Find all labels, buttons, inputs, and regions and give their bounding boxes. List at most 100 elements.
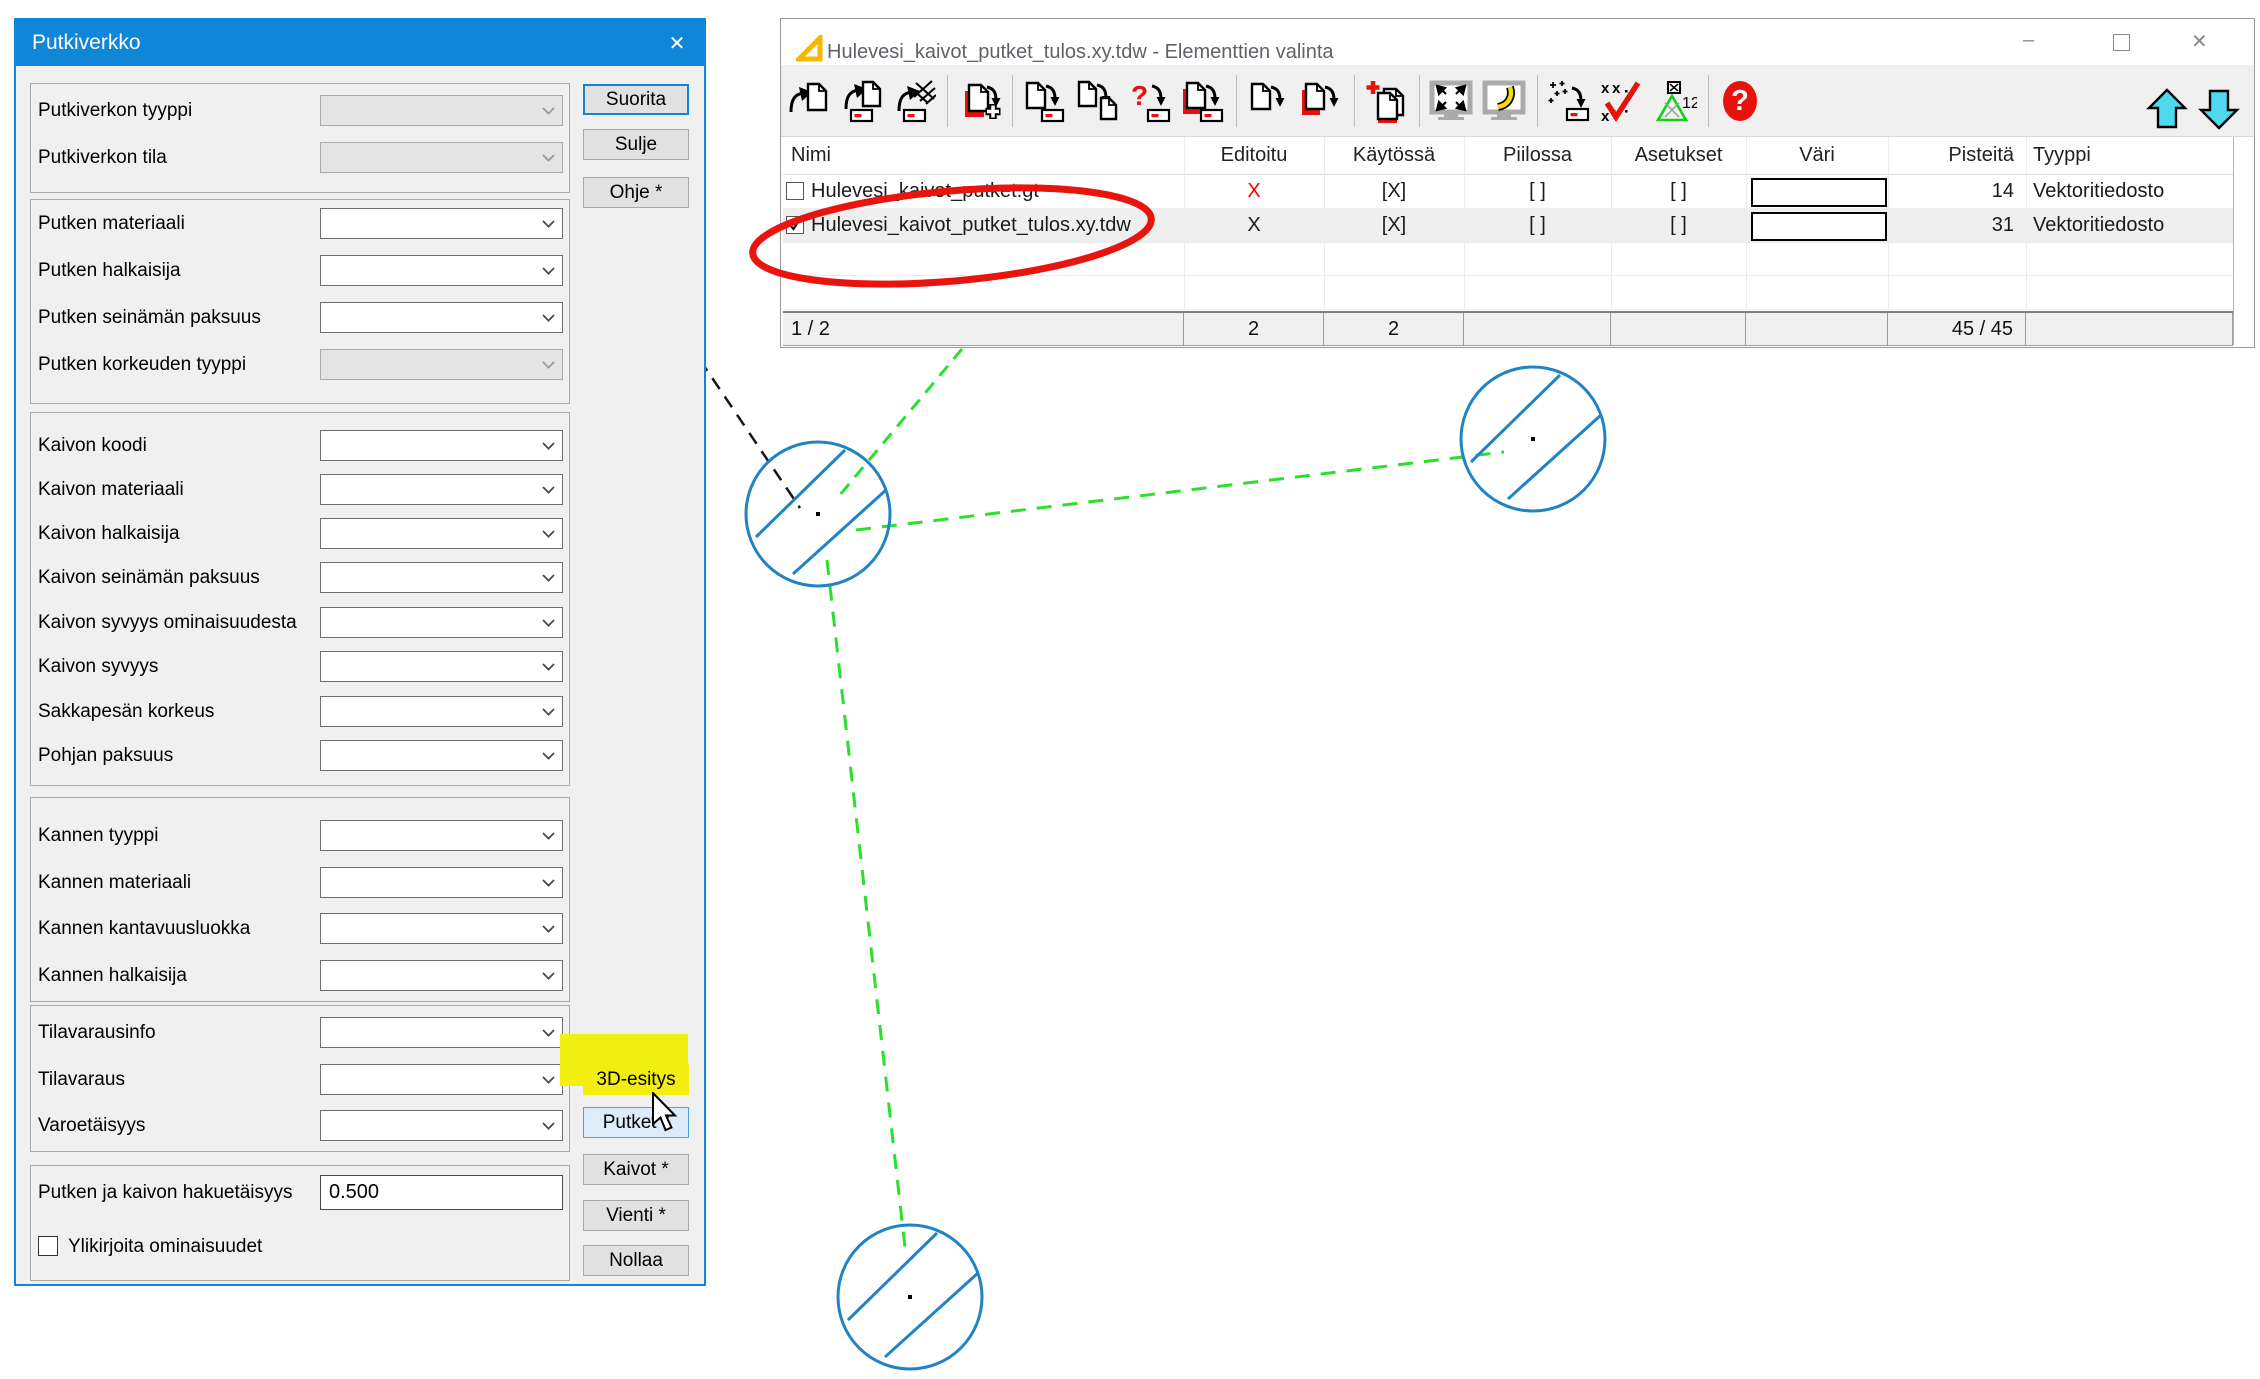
3desitys-button[interactable]: 3D-esitys [583, 1064, 689, 1095]
dropdown-tilavaraus[interactable] [320, 1064, 563, 1095]
field-label: Tilavaraus [38, 1064, 125, 1095]
write-selected-settings-icon[interactable] [1181, 79, 1225, 123]
summary-editoitu: 2 [1184, 313, 1324, 345]
column-header-tyyppi[interactable]: Tyyppi [2026, 137, 2233, 174]
summary-vari [1746, 313, 1888, 345]
sulje-button[interactable]: Sulje [583, 129, 689, 160]
column-header-pisteita[interactable]: Pisteitä [1888, 137, 2026, 174]
column-header-vari[interactable]: Väri [1746, 137, 1888, 174]
toolbar-separator [1236, 75, 1237, 127]
color-swatch[interactable] [1751, 178, 1887, 207]
write-selected-icon[interactable] [1299, 79, 1343, 123]
column-header-kaytossa[interactable]: Käytössä [1324, 137, 1464, 174]
grid-line [783, 309, 2233, 310]
field-label: Pohjan paksuus [38, 740, 173, 771]
fit-view-icon[interactable] [1429, 79, 1473, 123]
field-label: Kannen tyyppi [38, 820, 158, 851]
field-label: Sakkapesän korkeus [38, 696, 214, 727]
color-swatch[interactable] [1751, 212, 1887, 241]
column-header-asetukset[interactable]: Asetukset [1611, 137, 1746, 174]
dropdown-putken-materiaali[interactable] [320, 208, 563, 239]
dropdown-putken-sein-m-n-paksuus[interactable] [320, 302, 563, 333]
search-distance-input[interactable] [320, 1175, 563, 1210]
dialog-close-icon[interactable]: ✕ [660, 28, 694, 58]
read-file-icon[interactable] [786, 79, 830, 123]
overwrite-checkbox[interactable] [38, 1236, 58, 1256]
screen: Putkiverkko ✕ Putken ja kaivon hakuetäis… [0, 0, 2260, 1379]
nollaa-button[interactable]: Nollaa [583, 1245, 689, 1276]
column-header-piilossa[interactable]: Piilossa [1464, 137, 1611, 174]
dropdown-kaivon-koodi[interactable] [320, 430, 563, 461]
dropdown-kaivon-halkaisija[interactable] [320, 518, 563, 549]
maximize-button[interactable] [2113, 34, 2130, 51]
check-points-icon[interactable]: xxx [1600, 79, 1644, 123]
point-filter-icon[interactable] [1547, 79, 1591, 123]
write-file-query-icon[interactable]: ? [1128, 79, 1172, 123]
svg-text:?: ? [1131, 80, 1148, 111]
element-selection-window: Hulevesi_kaivot_putket_tulos.xy.tdw - El… [780, 18, 2255, 348]
row-asetukset: [ ] [1611, 208, 1746, 242]
window-title: Hulevesi_kaivot_putket_tulos.xy.tdw - El… [827, 41, 1334, 64]
dropdown-kannen-kantavuusluokka[interactable] [320, 913, 563, 944]
write-file-copy-icon[interactable] [1075, 79, 1119, 123]
zoom-selected-icon[interactable] [1482, 79, 1526, 123]
help-icon[interactable]: ? [1718, 79, 1762, 123]
field-label: Kaivon seinämän paksuus [38, 562, 260, 593]
row-piilossa: [ ] [1464, 174, 1611, 208]
dropdown-putken-korkeuden-tyyppi[interactable] [320, 349, 563, 380]
dropdown-putkiverkon-tila[interactable] [320, 142, 563, 173]
field-label: Kaivon materiaali [38, 474, 184, 505]
dropdown-kaivon-syvyys-ominaisuudesta[interactable] [320, 607, 563, 638]
putkiverkko-dialog: Putkiverkko ✕ Putken ja kaivon hakuetäis… [14, 18, 706, 1286]
write-file-icon[interactable] [1246, 79, 1290, 123]
column-header-editoitu[interactable]: Editoitu [1184, 137, 1324, 174]
write-file-settings-icon[interactable] [1022, 79, 1066, 123]
overwrite-checkbox-label: Ylikirjoita ominaisuudet [68, 1231, 262, 1262]
read-fence-icon[interactable] [892, 79, 936, 123]
green-dashed-line [856, 452, 1504, 530]
suorita-button[interactable]: Suorita [583, 84, 689, 115]
dropdown-kaivon-materiaali[interactable] [320, 474, 563, 505]
row-kaytossa: [X] [1324, 208, 1464, 242]
dropdown-putken-halkaisija[interactable] [320, 255, 563, 286]
triangle-label-icon[interactable]: 12 [1653, 79, 1697, 123]
toolbar-separator [947, 75, 948, 127]
dialog-titlebar[interactable]: Putkiverkko [16, 20, 704, 66]
row-checkbox[interactable] [786, 182, 804, 200]
dropdown-tilavarausinfo[interactable] [320, 1017, 563, 1048]
dropdown-kannen-halkaisija[interactable] [320, 960, 563, 991]
ohje-button[interactable]: Ohje * [583, 177, 689, 208]
add-files-icon[interactable] [1364, 79, 1408, 123]
column-header-nimi[interactable]: Nimi [783, 137, 1184, 174]
down-arrow-icon[interactable] [2197, 87, 2241, 131]
minimize-button[interactable]: – [2023, 29, 2034, 52]
summary-piilossa [1464, 313, 1611, 345]
dropdown-sakkapes-n-korkeus[interactable] [320, 696, 563, 727]
vienti-button[interactable]: Vienti * [583, 1200, 689, 1231]
row-kaytossa: [X] [1324, 174, 1464, 208]
field-label: Kaivon koodi [38, 430, 147, 461]
row-pisteita: 31 [1888, 208, 2026, 242]
up-arrow-icon[interactable] [2145, 87, 2189, 131]
field-label: Varoetäisyys [38, 1110, 145, 1141]
field-label: Kannen halkaisija [38, 960, 187, 991]
dropdown-varoet-isyys[interactable] [320, 1110, 563, 1141]
read-file-settings-icon[interactable] [839, 79, 883, 123]
close-button[interactable]: ✕ [2191, 29, 2208, 54]
dropdown-kaivon-sein-m-n-paksuus[interactable] [320, 562, 563, 593]
dropdown-kannen-tyyppi[interactable] [320, 820, 563, 851]
toolbar-separator [1354, 75, 1355, 127]
field-label: Putken halkaisija [38, 255, 181, 286]
dropdown-putkiverkon-tyyppi[interactable] [320, 95, 563, 126]
row-checkbox-checked[interactable] [786, 216, 804, 234]
save-file-add-icon[interactable] [957, 79, 1001, 123]
hatch-line [1471, 375, 1560, 462]
dropdown-kaivon-syvyys[interactable] [320, 651, 563, 682]
dropdown-kannen-materiaali[interactable] [320, 867, 563, 898]
field-label: Putken seinämän paksuus [38, 302, 261, 333]
svg-text:x: x [1601, 80, 1610, 97]
dropdown-pohjan-paksuus[interactable] [320, 740, 563, 771]
green-dashed-line [839, 349, 962, 496]
kaivot-button[interactable]: Kaivot * [583, 1154, 689, 1185]
field-label: Putkiverkon tyyppi [38, 95, 192, 126]
